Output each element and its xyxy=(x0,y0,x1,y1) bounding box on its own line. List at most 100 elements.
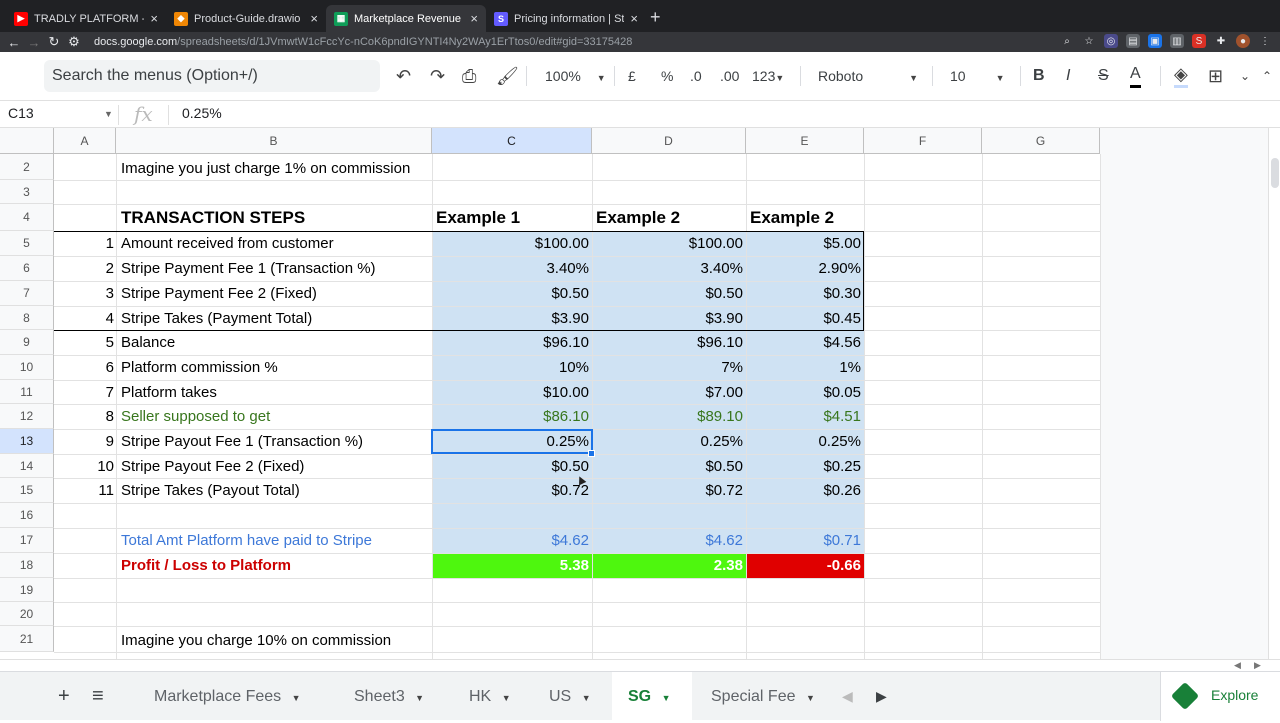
cell-d10[interactable]: 7% xyxy=(592,359,743,376)
cell-a11[interactable]: 7 xyxy=(54,384,114,401)
row-header[interactable]: 11 xyxy=(0,380,54,404)
add-sheet-icon[interactable]: + xyxy=(58,672,70,721)
cell-b5[interactable]: Amount received from customer xyxy=(121,235,334,252)
sheet-tab-marketplace-fees[interactable]: Marketplace Fees ▼ xyxy=(140,672,330,721)
cell-d6[interactable]: 3.40% xyxy=(592,260,743,277)
cell-d9[interactable]: $96.10 xyxy=(592,334,743,351)
horizontal-scrollbar[interactable]: ◀ ▶ xyxy=(0,659,1280,671)
cell-a12[interactable]: 8 xyxy=(54,408,114,425)
extension-icon[interactable]: ▤ xyxy=(1126,34,1140,48)
cell-c9[interactable]: $96.10 xyxy=(432,334,589,351)
close-icon[interactable]: × xyxy=(310,11,318,26)
cell-c11[interactable]: $10.00 xyxy=(432,384,589,401)
explore-button[interactable]: Explore xyxy=(1160,672,1280,721)
name-box[interactable]: C13 xyxy=(8,105,34,121)
column-header-b[interactable]: B xyxy=(116,128,432,154)
cell-c8[interactable]: $3.90 xyxy=(432,310,589,327)
cell-d4[interactable]: Example 2 xyxy=(596,208,680,228)
cell-b2[interactable]: Imagine you just charge 1% on commission xyxy=(121,160,410,177)
zoom-icon[interactable]: ⌕ xyxy=(1060,34,1074,48)
cell-d14[interactable]: $0.50 xyxy=(592,458,743,475)
row-header[interactable]: 8 xyxy=(0,306,54,330)
font-select[interactable]: Roboto ▼ xyxy=(818,64,918,88)
cell-e8[interactable]: $0.45 xyxy=(746,310,861,327)
cell-e12[interactable]: $4.51 xyxy=(746,408,861,425)
cell-b6[interactable]: Stripe Payment Fee 1 (Transaction %) xyxy=(121,260,376,277)
row-header[interactable]: 15 xyxy=(0,478,54,503)
paint-format-icon[interactable]: 🖌 xyxy=(496,64,519,88)
scroll-tabs-left-icon[interactable]: ◀ xyxy=(842,672,853,721)
cell-b18[interactable]: Profit / Loss to Platform xyxy=(121,557,291,574)
cell-b12[interactable]: Seller supposed to get xyxy=(121,408,270,425)
cell-e17[interactable]: $0.71 xyxy=(746,532,861,549)
puzzle-icon[interactable]: ✚ xyxy=(1214,34,1228,48)
row-header[interactable]: 9 xyxy=(0,330,54,355)
forward-icon[interactable]: → xyxy=(24,35,44,50)
cell-c10[interactable]: 10% xyxy=(432,359,589,376)
cell-c17[interactable]: $4.62 xyxy=(432,532,589,549)
close-icon[interactable]: × xyxy=(630,11,638,26)
cell-d18[interactable]: 2.38 xyxy=(592,557,743,574)
browser-tab-sheets[interactable]: ▦ Marketplace Revenue Model C × xyxy=(326,5,486,32)
cell-b4[interactable]: TRANSACTION STEPS xyxy=(121,208,305,228)
cell-d15[interactable]: $0.72 xyxy=(592,482,743,499)
cell-e15[interactable]: $0.26 xyxy=(746,482,861,499)
cell-b9[interactable]: Balance xyxy=(121,334,175,351)
sheet-tab-sg[interactable]: SG ▼ xyxy=(612,672,692,721)
cell-b7[interactable]: Stripe Payment Fee 2 (Fixed) xyxy=(121,285,317,302)
extension-icon[interactable]: ◎ xyxy=(1104,34,1118,48)
column-header-d[interactable]: D xyxy=(592,128,746,154)
cell-e5[interactable]: $5.00 xyxy=(746,235,861,252)
column-header-f[interactable]: F xyxy=(864,128,982,154)
row-header[interactable]: 18 xyxy=(0,553,54,578)
cell-b11[interactable]: Platform takes xyxy=(121,384,217,401)
cell-c4[interactable]: Example 1 xyxy=(436,208,520,228)
cell-c18[interactable]: 5.38 xyxy=(432,557,589,574)
cell-d11[interactable]: $7.00 xyxy=(592,384,743,401)
cell-c15[interactable]: $0.72 xyxy=(432,482,589,499)
extension-icon[interactable]: ▥ xyxy=(1170,34,1184,48)
row-header[interactable]: 16 xyxy=(0,503,54,528)
cell-a10[interactable]: 6 xyxy=(54,359,114,376)
redo-icon[interactable]: ↷ xyxy=(430,64,445,88)
increase-decimal-button[interactable]: .00 xyxy=(720,64,739,88)
extension-icon[interactable]: S xyxy=(1192,34,1206,48)
font-size-select[interactable]: 10 ▼ xyxy=(950,64,1005,88)
browser-tab-stripe[interactable]: S Pricing information | Stripe Con × xyxy=(486,5,646,32)
menu-search-input[interactable]: Search the menus (Option+/) xyxy=(44,60,380,92)
row-header[interactable]: 2 xyxy=(0,154,54,180)
cell-d7[interactable]: $0.50 xyxy=(592,285,743,302)
decrease-decimal-button[interactable]: .0 xyxy=(690,64,702,88)
row-header[interactable]: 5 xyxy=(0,231,54,256)
cell-c12[interactable]: $86.10 xyxy=(432,408,589,425)
currency-button[interactable]: £ xyxy=(628,64,636,88)
cell-e11[interactable]: $0.05 xyxy=(746,384,861,401)
cell-b21[interactable]: Imagine you charge 10% on commission xyxy=(121,632,391,649)
column-header-c[interactable]: C xyxy=(432,128,592,154)
scrollbar-thumb[interactable] xyxy=(1271,158,1279,188)
zoom-select[interactable]: 100% ▼ xyxy=(545,64,606,88)
star-icon[interactable]: ☆ xyxy=(1082,34,1096,48)
cell-a5[interactable]: 1 xyxy=(54,235,114,252)
scroll-right-icon[interactable]: ▶ xyxy=(1254,660,1261,671)
cell-a6[interactable]: 2 xyxy=(54,260,114,277)
cell-d5[interactable]: $100.00 xyxy=(592,235,743,252)
row-header[interactable]: 19 xyxy=(0,578,54,602)
cell-b13[interactable]: Stripe Payout Fee 1 (Transaction %) xyxy=(121,433,363,450)
fill-handle[interactable] xyxy=(588,450,595,457)
browser-tab-youtube[interactable]: ▶ TRADLY PLATFORM - YouTube × xyxy=(6,5,166,32)
cell-d8[interactable]: $3.90 xyxy=(592,310,743,327)
vertical-scrollbar[interactable] xyxy=(1268,128,1280,659)
cell-e9[interactable]: $4.56 xyxy=(746,334,861,351)
scroll-tabs-right-icon[interactable]: ▶ xyxy=(876,672,887,721)
cell-c7[interactable]: $0.50 xyxy=(432,285,589,302)
new-tab-icon[interactable]: + xyxy=(650,7,661,28)
cell-b15[interactable]: Stripe Takes (Payout Total) xyxy=(121,482,300,499)
cell-b14[interactable]: Stripe Payout Fee 2 (Fixed) xyxy=(121,458,304,475)
cell-e14[interactable]: $0.25 xyxy=(746,458,861,475)
site-info-icon[interactable]: ⚙ xyxy=(64,34,84,50)
cell-a7[interactable]: 3 xyxy=(54,285,114,302)
avatar[interactable]: ● xyxy=(1236,34,1250,48)
cell-c6[interactable]: 3.40% xyxy=(432,260,589,277)
browser-tab-drawio[interactable]: ◆ Product-Guide.drawio - diagra × xyxy=(166,5,326,32)
